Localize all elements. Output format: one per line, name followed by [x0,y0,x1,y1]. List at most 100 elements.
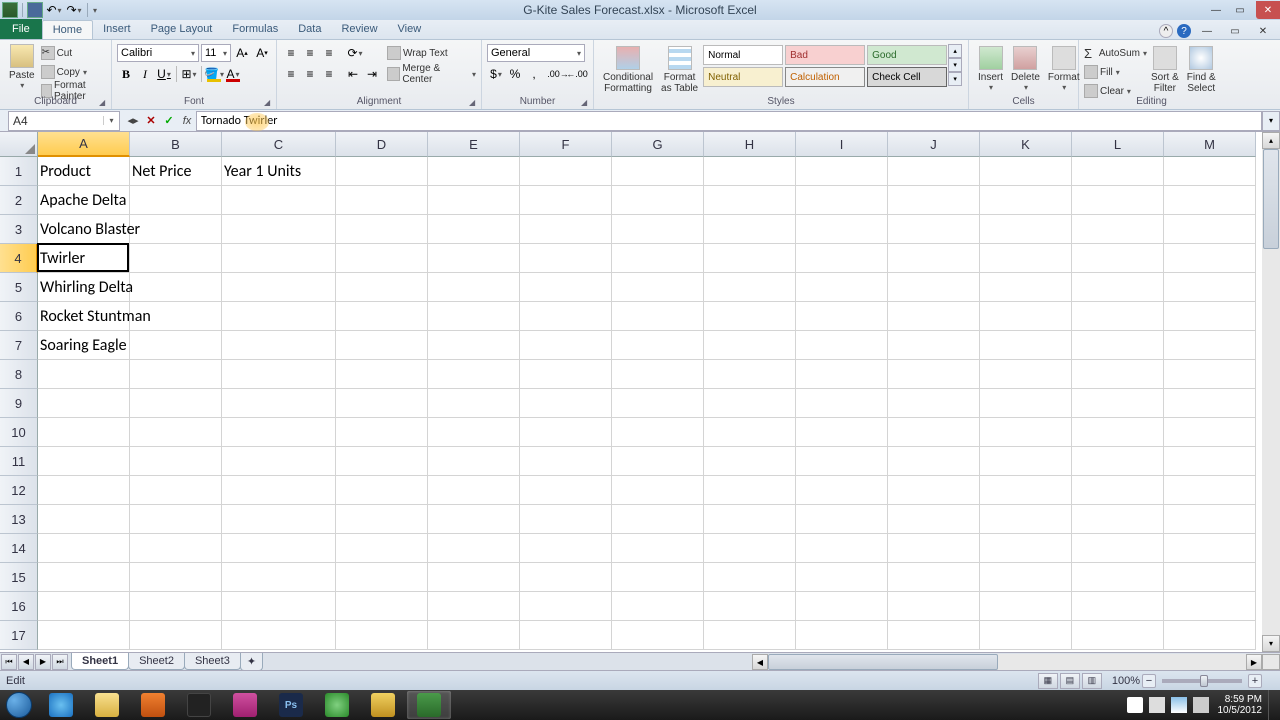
percent-button[interactable]: % [506,65,524,83]
cell-K5[interactable] [980,273,1072,302]
cell-I2[interactable] [796,186,888,215]
cell-A2[interactable]: Apache Delta [38,186,130,215]
cell-B16[interactable] [130,592,222,621]
cell-D12[interactable] [336,476,428,505]
cell-J15[interactable] [888,563,980,592]
cell-K2[interactable] [980,186,1072,215]
style-good[interactable]: Good [867,45,947,65]
cell-I12[interactable] [796,476,888,505]
horizontal-scrollbar[interactable]: ◀ ▶ [752,654,1262,670]
cell-M7[interactable] [1164,331,1256,360]
delete-cells-button[interactable]: Delete▾ [1007,44,1044,94]
cell-I8[interactable] [796,360,888,389]
cell-C6[interactable] [222,302,336,331]
cell-B12[interactable] [130,476,222,505]
number-launcher[interactable]: ◢ [581,98,591,108]
cell-F7[interactable] [520,331,612,360]
col-header-H[interactable]: H [704,132,796,157]
cut-button[interactable]: ✂Cut [41,44,106,62]
cell-L10[interactable] [1072,418,1164,447]
cell-G8[interactable] [612,360,704,389]
cell-I11[interactable] [796,447,888,476]
undo-button[interactable]: ↶▾ [45,1,63,19]
taskbar-app2[interactable] [315,691,359,719]
cell-K11[interactable] [980,447,1072,476]
cell-J10[interactable] [888,418,980,447]
sheet-nav-next[interactable]: ▶ [35,654,51,670]
cell-B8[interactable] [130,360,222,389]
cell-I6[interactable] [796,302,888,331]
cell-J8[interactable] [888,360,980,389]
cell-J5[interactable] [888,273,980,302]
cell-M2[interactable] [1164,186,1256,215]
cell-A10[interactable] [38,418,130,447]
cell-L15[interactable] [1072,563,1164,592]
cell-J2[interactable] [888,186,980,215]
cell-M1[interactable] [1164,157,1256,186]
taskbar-app1[interactable] [223,691,267,719]
sheet-tab-sheet2[interactable]: Sheet2 [128,653,185,670]
cell-G5[interactable] [612,273,704,302]
cell-I5[interactable] [796,273,888,302]
cell-A1[interactable]: Product [38,157,130,186]
tab-data[interactable]: Data [288,20,331,39]
cell-D5[interactable] [336,273,428,302]
cell-H5[interactable] [704,273,796,302]
cell-C4[interactable] [222,244,336,273]
cell-E2[interactable] [428,186,520,215]
style-bad[interactable]: Bad [785,45,865,65]
font-launcher[interactable]: ◢ [264,98,274,108]
cell-B13[interactable] [130,505,222,534]
cell-E4[interactable] [428,244,520,273]
cell-A5[interactable]: Whirling Delta [38,273,130,302]
cell-I14[interactable] [796,534,888,563]
cell-J1[interactable] [888,157,980,186]
tray-action-center-icon[interactable] [1149,697,1165,713]
select-all-button[interactable] [0,132,38,157]
increase-font-button[interactable]: A▴ [233,44,251,62]
cell-C7[interactable] [222,331,336,360]
cell-C12[interactable] [222,476,336,505]
cell-C15[interactable] [222,563,336,592]
cell-K8[interactable] [980,360,1072,389]
cell-D11[interactable] [336,447,428,476]
cell-M4[interactable] [1164,244,1256,273]
cell-H13[interactable] [704,505,796,534]
zoom-in-button[interactable]: + [1248,674,1262,688]
cell-L4[interactable] [1072,244,1164,273]
cell-G11[interactable] [612,447,704,476]
taskbar-app3[interactable] [361,691,405,719]
cell-L17[interactable] [1072,621,1164,650]
cell-J9[interactable] [888,389,980,418]
cell-B4[interactable] [130,244,222,273]
zoom-out-button[interactable]: − [1142,674,1156,688]
row-header-11[interactable]: 11 [0,447,38,476]
close-button[interactable]: ✕ [1256,1,1280,19]
col-header-I[interactable]: I [796,132,888,157]
cell-F5[interactable] [520,273,612,302]
row-header-10[interactable]: 10 [0,418,38,447]
cell-I9[interactable] [796,389,888,418]
cell-A17[interactable] [38,621,130,650]
cell-L11[interactable] [1072,447,1164,476]
cell-K9[interactable] [980,389,1072,418]
cell-J14[interactable] [888,534,980,563]
cell-B15[interactable] [130,563,222,592]
cell-H17[interactable] [704,621,796,650]
cell-B11[interactable] [130,447,222,476]
tab-insert[interactable]: Insert [93,20,141,39]
cell-A6[interactable]: Rocket Stuntman [38,302,130,331]
cell-C14[interactable] [222,534,336,563]
find-select-button[interactable]: Find & Select [1183,44,1220,96]
bold-button[interactable]: B [117,65,135,83]
row-header-4[interactable]: 4 [0,244,38,273]
cell-M16[interactable] [1164,592,1256,621]
tab-view[interactable]: View [388,20,432,39]
cell-E8[interactable] [428,360,520,389]
cell-H12[interactable] [704,476,796,505]
cell-J6[interactable] [888,302,980,331]
tab-page-layout[interactable]: Page Layout [141,20,223,39]
col-header-A[interactable]: A [38,132,130,157]
comma-button[interactable]: , [525,65,543,83]
cell-M14[interactable] [1164,534,1256,563]
